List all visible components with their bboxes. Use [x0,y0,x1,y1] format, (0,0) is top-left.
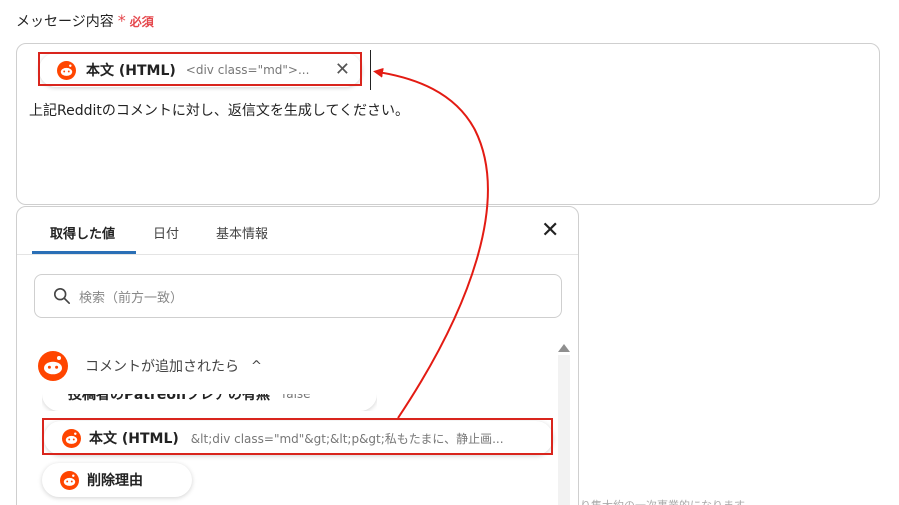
message-textarea[interactable]: 本文 (HTML) <div class="md">... ✕ 上記Reddit… [16,43,880,205]
item-title: 本文 (HTML) [89,431,179,447]
reddit-icon [38,351,68,381]
group-title: コメントが追加されたら [85,359,239,375]
chip-title: 本文 (HTML) [86,63,176,79]
chevron-up-icon[interactable]: ^ [251,359,262,374]
text-caret [370,50,371,90]
value-picker-panel: 取得した値 日付 基本情報 ✕ 検索（前方一致） コメントが追加されたら ^ 投… [16,206,579,505]
close-icon[interactable]: ✕ [541,220,559,242]
chip-value: <div class="md">... [185,63,310,77]
scrollbar-track[interactable] [558,355,570,505]
tab-basic-info[interactable]: 基本情報 [216,223,268,242]
item-title: 削除理由 [87,473,143,489]
active-tab-indicator [32,251,136,254]
search-icon [53,287,71,305]
item-value: false [282,387,311,401]
variable-chip[interactable]: 本文 (HTML) <div class="md">... ✕ [39,53,362,87]
item-title: 投稿者のPatreonフレアの有無 [68,387,271,403]
tab-date[interactable]: 日付 [153,223,179,242]
tab-acquired-values[interactable]: 取得した値 [50,223,115,242]
search-placeholder: 検索（前方一致） [79,290,184,306]
reddit-icon [57,60,76,80]
list-item-body-html[interactable]: 本文 (HTML) &lt;div class="md"&gt;&lt;p&gt… [44,421,553,455]
search-input[interactable]: 検索（前方一致） [34,274,562,318]
message-text: 上記Redditのコメントに対し、返信文を生成してください。 [29,103,410,119]
required-star: * [117,11,126,30]
reddit-icon [60,470,79,490]
field-label: メッセージ内容 * 必須 [16,11,154,31]
reddit-icon [62,428,81,448]
required-text: 必須 [129,15,154,29]
group-header[interactable]: コメントが追加されたら ^ [37,350,262,382]
list-item-delete-reason[interactable]: 削除理由 [42,463,192,497]
item-value: &lt;div class="md"&gt;&lt;p&gt;私もたまに、静止画… [190,431,504,446]
background-hint-text: り集大約の一次事業的になります [580,497,780,505]
list-item[interactable]: 投稿者のPatreonフレアの有無 false [42,387,377,411]
picker-tabs: 取得した値 日付 基本情報 ✕ [17,207,578,255]
field-label-text: メッセージ内容 [16,14,114,30]
chip-close-icon[interactable]: ✕ [335,61,350,79]
scroll-up-arrow-icon[interactable] [558,344,570,352]
